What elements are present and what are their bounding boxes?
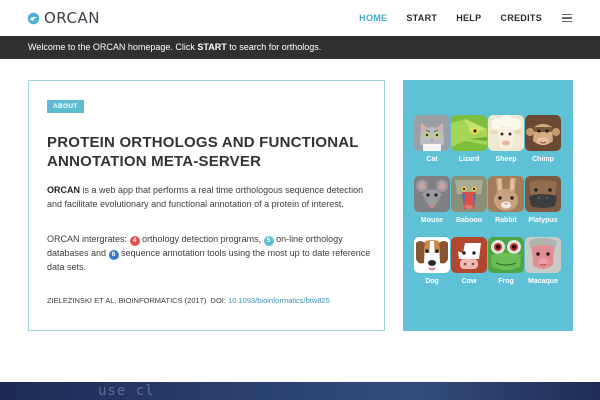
- macaque-icon: [525, 237, 561, 273]
- welcome-suffix: to search for orthologs.: [226, 42, 322, 52]
- doi-link[interactable]: 10.1093/bioinformatics/btw825: [228, 296, 330, 305]
- chimp-icon: [525, 115, 561, 151]
- rabbit-icon: [488, 176, 524, 212]
- baboon-icon: [451, 176, 487, 212]
- platypus-icon: [525, 176, 561, 212]
- animal-label: Rabbit: [495, 217, 517, 224]
- nav-start[interactable]: START: [406, 13, 437, 23]
- about-description: ORCAN is a web app that performs a real …: [47, 184, 372, 211]
- animal-cat[interactable]: Cat: [414, 115, 450, 163]
- animal-label: Lizard: [458, 156, 480, 163]
- bottom-banner: use cl: [0, 382, 600, 400]
- nav-credits[interactable]: CREDITS: [500, 13, 542, 23]
- animal-sheep[interactable]: Sheep: [488, 115, 524, 163]
- cow-icon: [451, 237, 487, 273]
- count-badge-programs: 4: [129, 236, 140, 246]
- about-card: ABOUT PROTEIN ORTHOLOGS AND FUNCTIONAL A…: [28, 80, 385, 331]
- mouse-icon: [414, 176, 450, 212]
- lizard-icon: [451, 115, 487, 151]
- bottom-code-text: use cl: [98, 383, 155, 399]
- frog-icon: [488, 237, 524, 273]
- animal-chimp[interactable]: Chimp: [525, 115, 561, 163]
- animals-panel: Cat Lizard Sheep Chimp Mouse Baboon Rabb…: [403, 80, 573, 331]
- page-title: PROTEIN ORTHOLOGS AND FUNCTIONAL ANNOTAT…: [47, 134, 359, 170]
- desc-app-name: ORCAN: [47, 185, 80, 195]
- animal-label: Cat: [426, 156, 438, 163]
- sheep-icon: [488, 115, 524, 151]
- animal-lizard[interactable]: Lizard: [451, 115, 487, 163]
- nav-help[interactable]: HELP: [456, 13, 481, 23]
- tools-text-1: ORCAN intergrates:: [47, 234, 130, 244]
- animal-dog[interactable]: Dog: [414, 237, 450, 285]
- animal-label: Frog: [498, 278, 514, 285]
- menu-icon[interactable]: [562, 14, 572, 22]
- citation: ZIELEZINSKI ET AL. BIOINFORMATICS (2017)…: [47, 296, 330, 305]
- animal-macaque[interactable]: Macaque: [525, 237, 561, 285]
- animal-label: Dog: [425, 278, 439, 285]
- citation-authors: ZIELEZINSKI ET AL. BIOINFORMATICS (2017): [47, 296, 207, 305]
- main-nav: HOME START HELP CREDITS: [340, 0, 572, 36]
- animal-label: Macaque: [528, 278, 558, 285]
- welcome-prefix: Welcome to the ORCAN homepage. Click: [28, 42, 198, 52]
- dog-icon: [414, 237, 450, 273]
- animal-platypus[interactable]: Platypus: [525, 176, 561, 224]
- animal-label: Platypus: [528, 217, 558, 224]
- animal-baboon[interactable]: Baboon: [451, 176, 487, 224]
- animal-mouse[interactable]: Mouse: [414, 176, 450, 224]
- cat-icon: [414, 115, 450, 151]
- animal-label: Baboon: [455, 217, 483, 224]
- animal-frog[interactable]: Frog: [488, 237, 524, 285]
- tools-text-2: orthology detection programs,: [139, 234, 264, 244]
- about-badge: ABOUT: [47, 100, 84, 113]
- welcome-start-emphasis: START: [197, 42, 227, 52]
- citation-doi-label: DOI:: [210, 296, 226, 305]
- logo-text: ORCAN: [44, 9, 100, 27]
- count-badge-databases: 5: [263, 236, 274, 246]
- about-tools: ORCAN intergrates: 4 orthology detection…: [47, 232, 372, 274]
- animal-label: Mouse: [420, 217, 444, 224]
- logo[interactable]: ORCAN: [27, 9, 100, 27]
- nav-home[interactable]: HOME: [359, 13, 387, 23]
- animal-label: Cow: [461, 278, 477, 285]
- orcan-logo-icon: [27, 12, 40, 24]
- animal-cow[interactable]: Cow: [451, 237, 487, 285]
- count-badge-tools: 6: [108, 250, 119, 260]
- animal-label: Sheep: [495, 156, 517, 163]
- desc-text: is a web app that performs a real time o…: [47, 185, 364, 209]
- animal-label: Chimp: [532, 156, 554, 163]
- welcome-bar: Welcome to the ORCAN homepage. Click STA…: [0, 36, 600, 59]
- animal-rabbit[interactable]: Rabbit: [488, 176, 524, 224]
- top-navbar: ORCAN HOME START HELP CREDITS: [0, 0, 600, 36]
